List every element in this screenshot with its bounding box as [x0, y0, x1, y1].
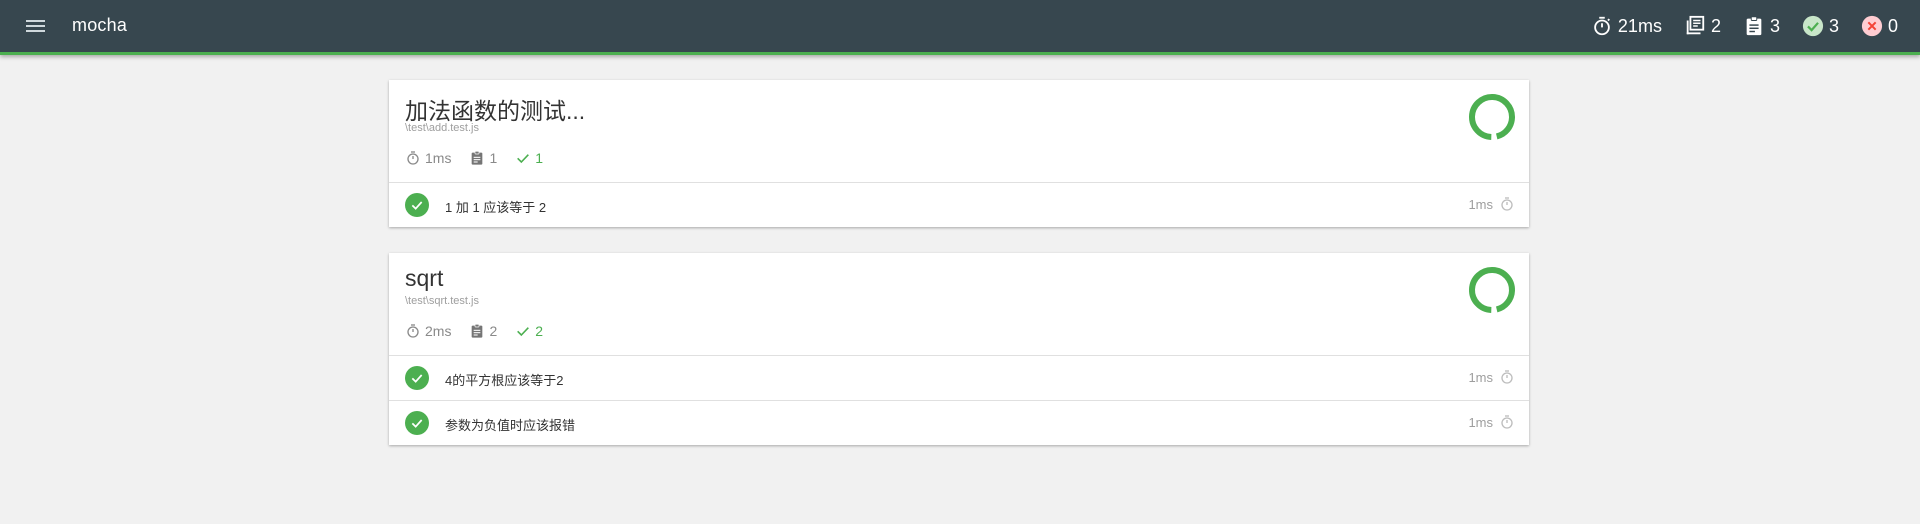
- stat-passes[interactable]: 3: [1802, 15, 1839, 37]
- passed-check-icon: [405, 193, 429, 217]
- stat-suites: 2: [1684, 15, 1721, 37]
- test-name: 1 加 1 应该等于 2: [445, 200, 547, 215]
- stat-duration-value: 21ms: [1617, 15, 1662, 36]
- stopwatch-icon: [1501, 197, 1513, 211]
- test-name: 参数为负值时应该报错: [445, 418, 576, 433]
- check-circle-icon: [1802, 15, 1824, 37]
- suite-duration-value: 1ms: [425, 150, 452, 166]
- stopwatch-icon: [407, 151, 419, 165]
- close-circle-icon: [1861, 15, 1883, 37]
- menu-icon[interactable]: [26, 18, 46, 34]
- stopwatch-icon: [1501, 415, 1513, 429]
- suite-duration: 1ms: [405, 150, 451, 166]
- suite-tests-count: 2: [469, 323, 497, 339]
- suite-meta: 1ms 1 1: [405, 150, 561, 166]
- app-title: mocha: [72, 15, 128, 35]
- suite-header: 加法函数的测试... \test\add.test.js 1ms 1 1: [389, 80, 1529, 183]
- test-duration-value: 1ms: [1468, 414, 1493, 430]
- test-row[interactable]: 参数为负值时应该报错 1ms: [389, 401, 1529, 445]
- test-duration-value: 1ms: [1468, 196, 1493, 212]
- clipboard-icon: [472, 151, 483, 165]
- suite-tests-count: 1: [469, 150, 497, 166]
- suite-title: sqrt: [405, 265, 444, 291]
- stat-duration: 21ms: [1591, 15, 1662, 37]
- suite-tests-value: 2: [489, 323, 498, 339]
- suite-card: sqrt \test\sqrt.test.js 2ms 2 2 4的平方根应该等…: [389, 253, 1529, 445]
- suite-duration: 2ms: [405, 323, 451, 339]
- check-icon: [517, 327, 530, 337]
- test-row[interactable]: 1 加 1 应该等于 2 1ms: [389, 183, 1529, 227]
- stat-passes-value: 3: [1828, 15, 1839, 36]
- test-duration-value: 1ms: [1468, 369, 1493, 385]
- test-duration: 1ms: [1468, 414, 1515, 430]
- test-row[interactable]: 4的平方根应该等于2 1ms: [389, 356, 1529, 401]
- suite-passes-count: 2: [515, 323, 543, 339]
- top-bar: mocha 21ms 2 3 3 0: [0, 0, 1920, 55]
- suite-file-path: \test\sqrt.test.js: [405, 295, 479, 307]
- suite-tests-value: 1: [489, 150, 498, 166]
- stat-tests-value: 3: [1769, 15, 1780, 36]
- stat-tests: 3: [1743, 15, 1780, 37]
- stat-failures[interactable]: 0: [1861, 15, 1898, 37]
- clipboard-icon: [1743, 15, 1765, 37]
- stopwatch-icon: [1591, 15, 1613, 37]
- suite-passes-value: 2: [535, 323, 544, 339]
- test-duration: 1ms: [1468, 196, 1515, 212]
- suite-passes-count: 1: [515, 150, 543, 166]
- suite-card: 加法函数的测试... \test\add.test.js 1ms 1 1 1 加…: [389, 80, 1529, 227]
- suite-title: 加法函数的测试...: [405, 98, 586, 124]
- stopwatch-icon: [1501, 370, 1513, 384]
- test-duration: 1ms: [1468, 369, 1515, 385]
- suite-pass-ring: [1469, 267, 1515, 313]
- suite-pass-ring: [1469, 94, 1515, 140]
- stat-suites-value: 2: [1710, 15, 1721, 36]
- library-books-icon: [1684, 15, 1706, 37]
- test-name: 4的平方根应该等于2: [445, 373, 564, 388]
- stopwatch-icon: [407, 324, 419, 338]
- suite-meta: 2ms 2 2: [405, 323, 561, 339]
- stats-bar: 21ms 2 3 3 0: [1569, 0, 1898, 52]
- suite-duration-value: 2ms: [425, 323, 452, 339]
- stat-failures-value: 0: [1887, 15, 1898, 36]
- suite-header: sqrt \test\sqrt.test.js 2ms 2 2: [389, 253, 1529, 356]
- suite-file-path: \test\add.test.js: [405, 122, 479, 134]
- clipboard-icon: [472, 324, 483, 338]
- passed-check-icon: [405, 366, 429, 390]
- suite-passes-value: 1: [535, 150, 544, 166]
- check-icon: [517, 154, 530, 164]
- passed-check-icon: [405, 411, 429, 435]
